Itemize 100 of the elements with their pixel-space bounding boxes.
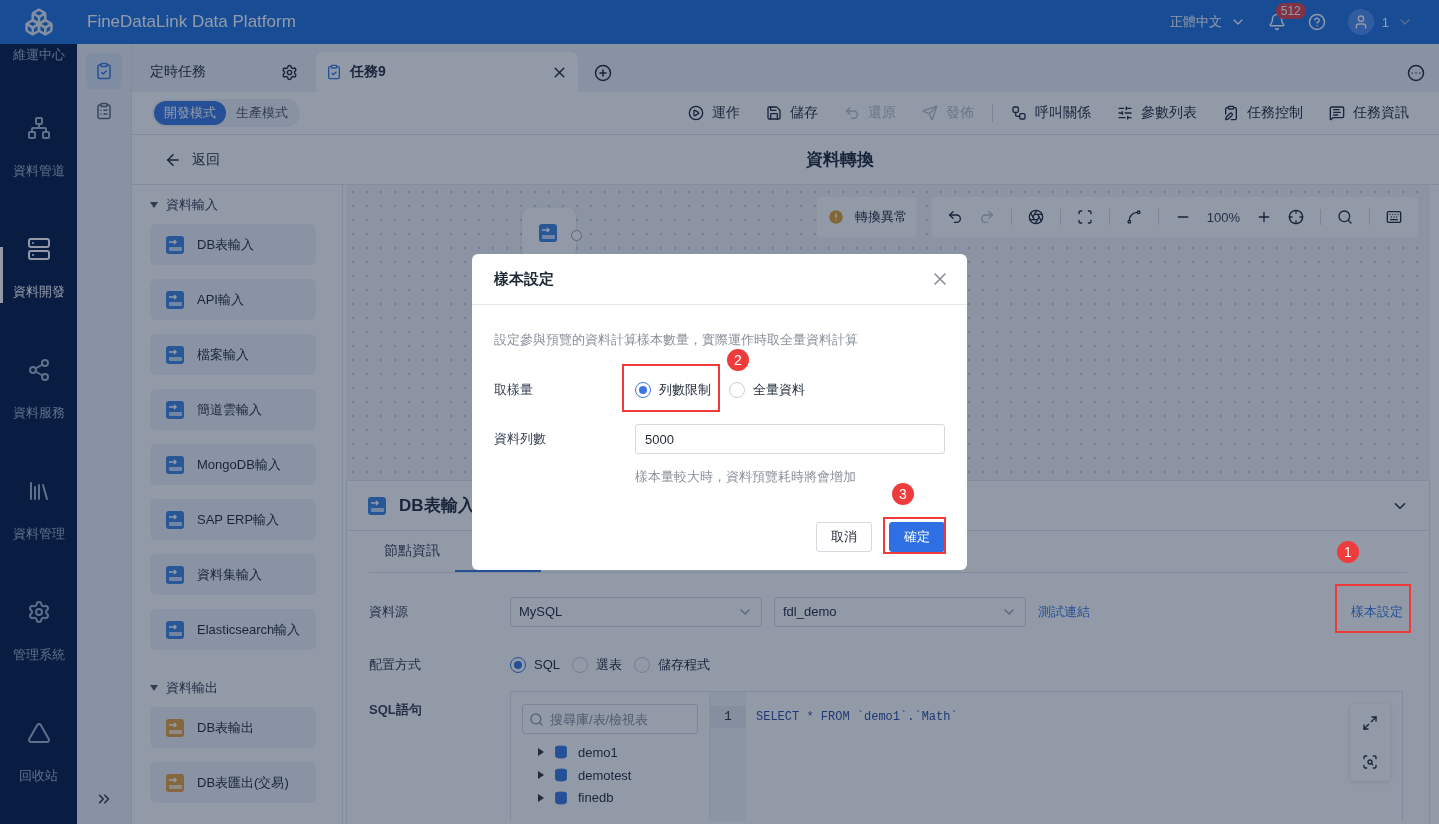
component-item[interactable]: DB表輸入 xyxy=(150,224,316,265)
add-tab-icon[interactable] xyxy=(594,64,612,82)
back-button[interactable]: 返回 xyxy=(164,150,220,169)
mode-button[interactable]: 生產模式 xyxy=(226,101,298,125)
page-title: 資料轉換 xyxy=(806,149,874,171)
scan-icon[interactable] xyxy=(1076,209,1093,225)
component-icon xyxy=(165,716,187,739)
test-connection-link[interactable]: 測試連結 xyxy=(1038,602,1090,621)
triangle-icon[interactable] xyxy=(26,721,51,745)
component-item[interactable]: 檔案輸入 xyxy=(150,334,316,375)
group-header[interactable]: 資料輸入 xyxy=(150,197,316,213)
clipboard-check-icon xyxy=(95,62,113,80)
help-icon[interactable] xyxy=(1307,13,1326,31)
field-label: 資料列數 xyxy=(494,430,547,448)
component-icon xyxy=(538,222,560,244)
spline-icon[interactable] xyxy=(1125,209,1142,225)
database-icon xyxy=(554,790,568,805)
aperture-icon[interactable] xyxy=(1027,209,1044,225)
component-icon xyxy=(367,494,389,517)
nav-label[interactable]: 資料管道 xyxy=(12,162,65,180)
alert-icon xyxy=(826,208,845,226)
nav-label[interactable]: 管理系統 xyxy=(12,646,65,664)
database-select[interactable]: fdl_demo xyxy=(774,596,1026,627)
cancel-button[interactable]: 取消 xyxy=(816,522,872,552)
bell-icon[interactable] xyxy=(1267,13,1286,31)
user-name[interactable]: 1 xyxy=(1381,14,1389,30)
toolbar-action[interactable]: 任務資訊 xyxy=(1329,104,1409,122)
component-item[interactable]: SAP ERP輸入 xyxy=(150,499,316,540)
confirm-button[interactable]: 確定 xyxy=(889,522,945,552)
share-icon[interactable] xyxy=(26,358,51,382)
settings-icon[interactable] xyxy=(281,63,298,81)
toolbar-action[interactable]: 參數列表 xyxy=(1117,104,1197,122)
tree-item[interactable]: demotest xyxy=(522,763,698,787)
scan-search-icon[interactable] xyxy=(1362,753,1378,770)
sliders-icon xyxy=(1117,105,1133,121)
search-icon[interactable] xyxy=(1337,209,1353,225)
component-item[interactable]: Elasticsearch輸入 xyxy=(150,609,316,650)
nav-label[interactable]: 回收站 xyxy=(19,767,58,785)
zoom-in-icon[interactable] xyxy=(1256,209,1272,225)
component-item[interactable]: 簡道雲輸入 xyxy=(150,389,316,430)
maximize-icon[interactable] xyxy=(1362,715,1378,732)
component-icon xyxy=(165,233,187,256)
language-select[interactable]: 正體中文 xyxy=(1169,13,1246,31)
notification-badge: 512 xyxy=(1275,3,1306,19)
group-header[interactable]: 資料輸出 xyxy=(150,680,316,696)
task-tab[interactable]: 定時任務 xyxy=(140,52,308,92)
message-icon xyxy=(1329,105,1345,121)
component-icon xyxy=(165,508,187,531)
network-icon[interactable] xyxy=(26,116,51,140)
component-icon xyxy=(165,618,187,641)
server-icon[interactable] xyxy=(26,237,51,261)
highlight-frame xyxy=(883,517,946,554)
clipboard-icon xyxy=(1223,105,1239,121)
field-label: 資料源 xyxy=(369,602,409,621)
undo-icon xyxy=(844,105,860,121)
toolbar-action[interactable]: 呼叫關係 xyxy=(1011,104,1091,122)
save-icon xyxy=(766,105,782,121)
sample-settings-link[interactable]: 樣本設定 xyxy=(1351,602,1403,621)
tree-item[interactable]: demo1 xyxy=(522,741,698,764)
component-icon xyxy=(165,288,187,311)
panel-tab[interactable]: 節點資訊 xyxy=(369,531,455,572)
component-item[interactable]: DB表輸出 xyxy=(150,707,316,748)
tree-item[interactable]: finedb xyxy=(522,786,698,809)
undo-icon[interactable] xyxy=(946,209,963,225)
zoom-level: 100% xyxy=(1206,209,1240,225)
app-title: FineDataLink Data Platform xyxy=(87,12,296,32)
radio-option[interactable]: SQL xyxy=(510,655,560,674)
workflow-icon xyxy=(1011,105,1027,121)
mode-button[interactable]: 開發模式 xyxy=(154,101,226,125)
toolbar-action[interactable]: 運作 xyxy=(688,104,740,122)
rows-input[interactable]: 5000 xyxy=(635,424,945,454)
settings-icon[interactable] xyxy=(26,600,51,624)
nav-label[interactable]: 資料服務 xyxy=(12,404,65,422)
component-item[interactable]: 資料集輸入 xyxy=(150,554,316,595)
nav-label[interactable]: 資料開發 xyxy=(12,283,65,301)
radio-option[interactable]: 選表 xyxy=(572,655,622,674)
crosshair-icon[interactable] xyxy=(1288,209,1304,225)
send-icon xyxy=(922,105,938,121)
nav-label[interactable]: 資料管理 xyxy=(12,525,65,543)
component-item[interactable]: MongoDB輸入 xyxy=(150,444,316,485)
nav-label[interactable]: 維運中心 xyxy=(12,46,65,64)
radio-option[interactable]: 全量資料 xyxy=(729,381,805,399)
search-field[interactable]: 搜尋庫/表/檢視表 xyxy=(522,704,698,734)
component-item[interactable]: API輸入 xyxy=(150,279,316,320)
radio-option[interactable]: 列數限制 xyxy=(635,381,711,399)
node-port[interactable] xyxy=(571,230,582,241)
warning-button[interactable]: 轉換異常 xyxy=(816,197,917,237)
task-icon xyxy=(326,64,342,80)
source-select[interactable]: MySQL xyxy=(510,596,762,627)
radio-option[interactable]: 儲存程式 xyxy=(634,655,710,674)
component-item[interactable]: DB表匯出(交易) xyxy=(150,762,316,803)
keyboard-icon[interactable] xyxy=(1386,209,1402,225)
toolbar-action[interactable]: 任務控制 xyxy=(1223,104,1303,122)
task-tab[interactable]: 任務9 xyxy=(316,52,578,92)
step-marker: 1 xyxy=(1337,541,1359,563)
dialog-title: 樣本設定 xyxy=(494,269,554,289)
more-icon[interactable] xyxy=(1407,64,1425,82)
toolbar-action[interactable]: 儲存 xyxy=(766,104,818,122)
avatar[interactable] xyxy=(1347,9,1374,35)
side-tool-button[interactable] xyxy=(86,53,122,89)
